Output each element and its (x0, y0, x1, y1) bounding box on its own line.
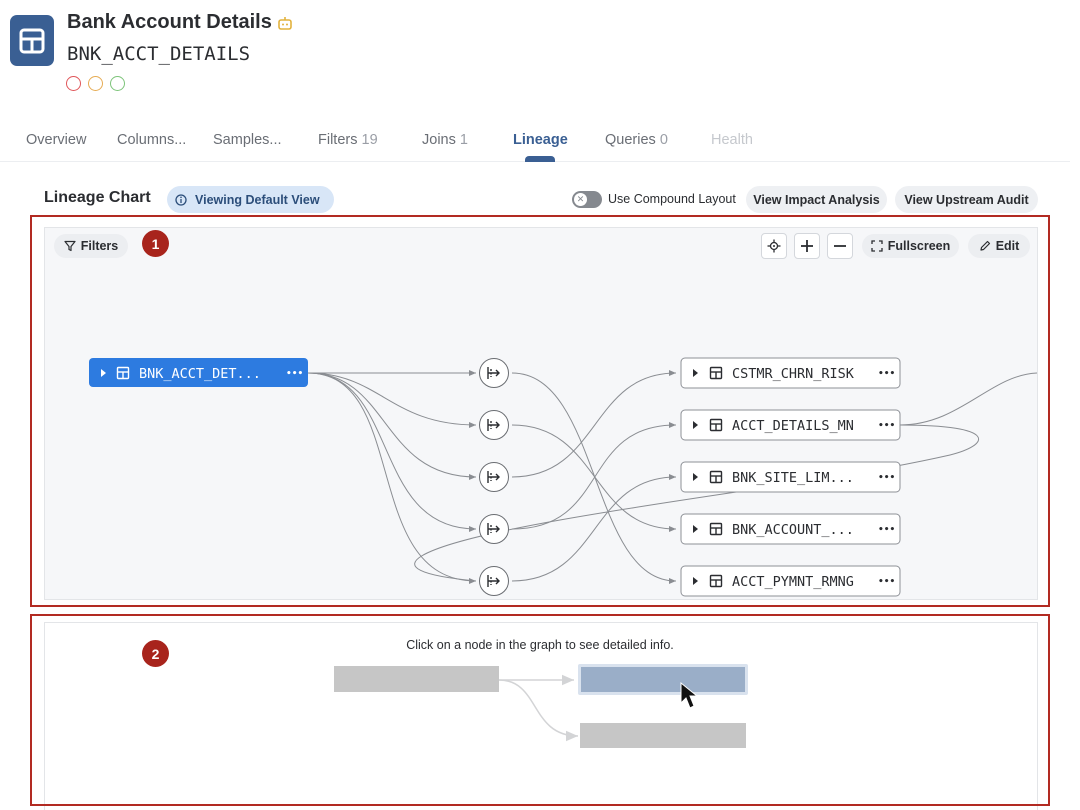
tab-health: Health (711, 132, 753, 148)
view-upstream-audit-button[interactable]: View Upstream Audit (895, 186, 1038, 213)
job-node[interactable] (479, 566, 509, 596)
toggle-off-icon: ✕ (574, 193, 587, 206)
target-node-label: ACCT_DETAILS_MN (732, 418, 854, 434)
target-node[interactable]: ACCT_DETAILS_MN ••• (680, 409, 901, 441)
page-title: Bank Account Details (67, 11, 293, 34)
more-options-icon[interactable]: ••• (878, 473, 895, 483)
target-node-label: BNK_ACCOUNT_... (732, 522, 854, 538)
table-icon (709, 470, 723, 484)
table-icon (19, 28, 45, 53)
active-tab-indicator (525, 156, 555, 162)
info-icon (175, 193, 187, 206)
more-options-icon[interactable]: ••• (878, 421, 895, 431)
source-node-label: BNK_ACCT_DET... (139, 366, 261, 382)
tab-columns[interactable]: Columns... (117, 132, 186, 148)
job-node[interactable] (479, 514, 509, 544)
table-name: BNK_ACCT_DETAILS (67, 43, 251, 65)
status-dot-green[interactable] (110, 76, 125, 91)
lineage-heading: Lineage Chart (44, 189, 151, 206)
view-impact-analysis-button[interactable]: View Impact Analysis (746, 186, 887, 213)
more-options-icon[interactable]: ••• (878, 577, 895, 587)
source-node[interactable]: BNK_ACCT_DET... ••• (89, 358, 308, 387)
table-icon (709, 574, 723, 588)
tab-lineage[interactable]: Lineage (513, 132, 568, 148)
job-node[interactable] (479, 462, 509, 492)
compound-layout-label: Use Compound Layout (608, 192, 736, 206)
tab-overview[interactable]: Overview (26, 132, 86, 148)
table-icon (709, 366, 723, 380)
more-options-icon[interactable]: ••• (878, 525, 895, 535)
tab-samples[interactable]: Samples... (213, 132, 282, 148)
status-dot-amber[interactable] (88, 76, 103, 91)
tab-queries[interactable]: Queries 0 (605, 132, 668, 148)
page-title-text: Bank Account Details (67, 11, 272, 33)
more-options-icon[interactable]: ••• (878, 369, 895, 379)
target-node-label: CSTMR_CHRN_RISK (732, 366, 855, 382)
status-dot-red[interactable] (66, 76, 81, 91)
annotation-frame-info (30, 614, 1050, 806)
more-options-icon[interactable]: ••• (286, 369, 303, 379)
job-node[interactable] (479, 410, 509, 440)
target-node[interactable]: CSTMR_CHRN_RISK ••• (680, 357, 901, 389)
target-node[interactable]: BNK_SITE_LIM... ••• (680, 461, 901, 493)
target-node-label: ACCT_PYMNT_RMNG (732, 574, 854, 590)
tab-filters[interactable]: Filters 19 (318, 132, 378, 148)
table-app-icon (10, 15, 54, 66)
view-pill-label: Viewing Default View (195, 192, 320, 207)
table-icon (709, 522, 723, 536)
table-icon (116, 366, 130, 380)
target-node-label: BNK_SITE_LIM... (732, 470, 854, 486)
view-selector-pill[interactable]: Viewing Default View (167, 186, 334, 213)
compound-layout-toggle[interactable]: ✕ (572, 191, 602, 208)
job-node[interactable] (479, 358, 509, 388)
target-node[interactable]: BNK_ACCOUNT_... ••• (680, 513, 901, 545)
target-node[interactable]: ACCT_PYMNT_RMNG ••• (680, 565, 901, 597)
robot-icon[interactable] (277, 15, 293, 31)
tab-joins[interactable]: Joins 1 (422, 132, 468, 148)
table-icon (709, 418, 723, 432)
